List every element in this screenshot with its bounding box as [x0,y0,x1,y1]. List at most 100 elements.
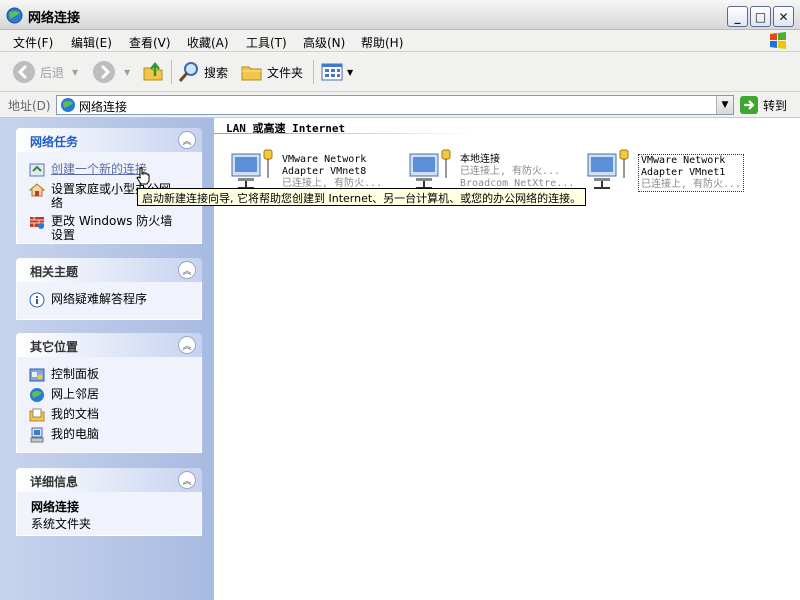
network-connections-icon [61,98,75,112]
forward-button[interactable]: ▼ [92,58,130,86]
connection-status: 已连接上, 有防火... [460,166,561,177]
details-header[interactable]: 详细信息 ︽ [16,468,202,492]
details-body: 网络连接 系统文件夹 [16,492,202,536]
network-adapter-icon [231,149,273,189]
views-dropdown-icon: ▼ [347,67,354,77]
search-button[interactable]: 搜索 [177,58,228,86]
panel-title: 网络任务 [30,135,79,149]
network-connections-icon [6,7,23,24]
panel-title: 详细信息 [30,475,79,489]
up-folder-button[interactable] [142,58,166,86]
forward-arrow-icon [93,61,115,83]
collapse-icon[interactable]: ︽ [178,131,196,149]
search-icon [178,62,198,82]
menu-help[interactable]: 帮助(H) [361,34,403,51]
collapse-icon[interactable]: ︽ [178,261,196,279]
toolbar-separator [313,60,314,84]
connection-item[interactable]: VMware Network Adapter VMnet1 已连接上, 有防火.… [584,148,754,192]
place-my-computer[interactable]: 我的电脑 [29,427,191,443]
collapse-icon[interactable]: ︽ [178,336,196,354]
window-title: 网络连接 [28,11,81,26]
connection-text: VMware Network Adapter VMnet1 已连接上, 有防火.… [638,154,745,192]
back-button[interactable]: 后退 ▼ [12,58,78,86]
network-adapter-icon [587,149,629,189]
address-label: 地址(D) [8,99,51,113]
network-tasks-header[interactable]: 网络任务 ︽ [16,128,202,152]
related-topics-header[interactable]: 相关主题 ︽ [16,258,202,282]
details-type: 系统文件夹 [31,517,92,531]
computer-icon [30,427,44,443]
menu-tools[interactable]: 工具(T) [246,34,287,51]
go-label: 转到 [763,98,788,113]
connection-item[interactable]: VMware Network Adapter VMnet8 已连接上, 有防火.… [228,148,398,192]
task-create-connection[interactable]: 创建一个新的连接 [29,162,191,178]
views-button[interactable]: ▼ [320,58,353,86]
address-input[interactable]: 网络连接 ▼ [56,95,734,115]
folders-label: 文件夹 [267,65,304,80]
menu-advanced[interactable]: 高级(N) [303,34,345,51]
forward-dropdown-icon: ▼ [124,67,131,77]
control-panel-icon [29,368,45,382]
other-places-header[interactable]: 其它位置 ︽ [16,333,202,357]
details-name: 网络连接 [31,500,80,514]
tooltip: 启动新建连接向导, 它将帮助您创建到 Internet、另一台计算机、或您的办公… [137,188,587,206]
address-bar: 地址(D) 网络连接 ▼ 转到 [0,92,800,118]
details-panel: 详细信息 ︽ 网络连接 系统文件夹 [16,468,202,536]
task-label: 控制面板 [51,367,100,381]
connection-item[interactable]: 本地连接 已连接上, 有防火... Broadcom NetXtre... [406,148,576,192]
address-value: 网络连接 [79,100,128,114]
other-places-panel: 其它位置 ︽ 控制面板 网上邻居 我的文档 我的电脑 [16,333,202,453]
views-grid-icon [321,63,343,81]
back-label: 后退 [40,65,65,80]
home-network-icon [29,183,45,197]
task-label: 网络疑难解答程序 [51,292,148,306]
folders-icon [241,66,262,81]
toolbar-separator [171,60,172,84]
back-dropdown-icon: ▼ [72,67,79,77]
title-bar: 网络连接 _ □ ✕ [0,0,800,30]
documents-folder-icon [29,408,45,422]
menu-bar: 文件(F) 编辑(E) 查看(V) 收藏(A) 工具(T) 高级(N) 帮助(H… [0,30,800,52]
group-divider [214,133,476,134]
go-arrow-icon [740,96,758,114]
panel-title: 相关主题 [30,265,79,279]
place-my-documents[interactable]: 我的文档 [29,407,191,423]
place-control-panel[interactable]: 控制面板 [29,367,191,383]
menu-file[interactable]: 文件(F) [13,34,53,51]
place-network-neighborhood[interactable]: 网上邻居 [29,387,191,403]
back-arrow-icon [13,61,35,83]
toolbar: 后退 ▼ ▼ 搜索 文件夹 ▼ [0,52,800,92]
minimize-button[interactable]: _ [727,6,748,27]
windows-logo-icon [770,32,786,49]
task-troubleshooter[interactable]: 网络疑难解答程序 [29,292,191,308]
go-button[interactable]: 转到 [740,95,787,115]
firewall-icon [30,217,44,229]
hand-cursor-icon [136,167,150,185]
globe-network-icon [30,388,44,402]
info-icon [29,292,45,308]
menu-edit[interactable]: 编辑(E) [71,34,112,51]
task-label: 创建一个新的连接 [51,162,148,176]
task-label: 我的文档 [51,407,100,421]
menu-favorites[interactable]: 收藏(A) [187,34,229,51]
close-button[interactable]: ✕ [773,6,794,27]
connection-name-2: Adapter VMnet8 [282,166,367,177]
address-dropdown-icon[interactable]: ▼ [716,96,733,114]
menu-view[interactable]: 查看(V) [129,34,171,51]
connection-text: VMware Network Adapter VMnet8 已连接上, 有防火.… [282,154,382,190]
connection-name-2: Adapter VMnet1 [641,167,726,178]
connection-name: 本地连接 [460,154,500,165]
panel-title: 其它位置 [30,340,79,354]
collapse-icon[interactable]: ︽ [178,471,196,489]
connection-status: 已连接上, 有防火... [641,179,742,190]
connection-name: VMware Network [282,154,367,165]
task-label: 更改 Windows 防火墙设置 [51,214,173,242]
folders-button[interactable]: 文件夹 [240,58,303,86]
task-firewall[interactable]: 更改 Windows 防火墙设置 [29,214,191,242]
connection-text: 本地连接 已连接上, 有防火... Broadcom NetXtre... [460,154,574,190]
maximize-button[interactable]: □ [750,6,771,27]
other-places-body: 控制面板 网上邻居 我的文档 我的电脑 [16,357,202,453]
related-topics-panel: 相关主题 ︽ 网络疑难解答程序 [16,258,202,320]
network-tasks-panel: 网络任务 ︽ 创建一个新的连接 设置家庭或小型办公网络 更改 Windows 防… [16,128,202,244]
network-adapter-icon [409,149,451,189]
